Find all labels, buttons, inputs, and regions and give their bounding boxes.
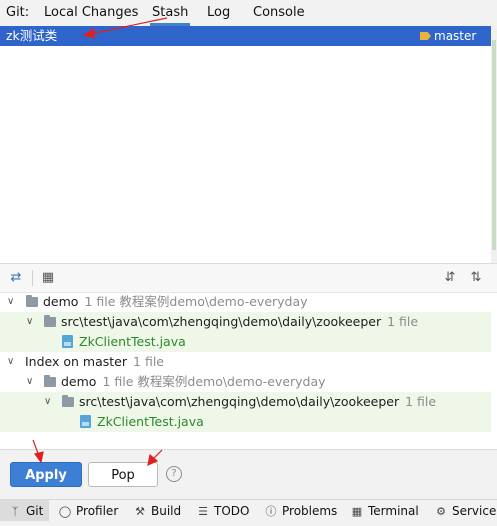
toolbar-divider xyxy=(32,270,33,286)
java-test-file-icon xyxy=(80,415,91,428)
collapse-all-icon[interactable]: ⇅ xyxy=(468,270,484,286)
tool-window-services[interactable]: ⚙ Services xyxy=(434,500,497,522)
tree-node-file[interactable]: ZkClientTest.java xyxy=(0,332,491,352)
chevron-down-icon[interactable]: ∨ xyxy=(26,372,36,392)
services-icon: ⚙ xyxy=(436,505,446,518)
folder-icon xyxy=(44,315,56,327)
profiler-icon: ◯ xyxy=(58,505,72,518)
expand-all-icon[interactable]: ⇵ xyxy=(442,270,458,286)
terminal-icon: ▦ xyxy=(351,505,363,518)
warning-icon: ⓘ xyxy=(265,505,277,518)
tag-icon xyxy=(420,32,431,40)
tab-log[interactable]: Log xyxy=(207,0,230,26)
help-icon[interactable]: ? xyxy=(166,466,182,482)
scrollbar-thumb[interactable] xyxy=(492,40,496,250)
stash-name: zk测试类 xyxy=(6,28,58,43)
folder-icon xyxy=(62,395,74,407)
tool-window-label: Build xyxy=(151,504,182,518)
module-folder-icon xyxy=(44,375,56,387)
tab-console[interactable]: Console xyxy=(253,0,305,26)
pop-button[interactable]: Pop xyxy=(88,462,158,487)
tool-window-label: Terminal xyxy=(368,504,419,518)
tree-node-meta: 1 file 教程案例demo\demo-everyday xyxy=(84,294,308,309)
tool-window-label: Problems xyxy=(282,504,338,518)
hammer-icon: ⚒ xyxy=(135,505,145,518)
branch-name: master xyxy=(434,29,477,43)
chevron-down-icon[interactable]: ∨ xyxy=(7,292,17,312)
group-by-icon[interactable]: ▦ xyxy=(40,270,56,286)
tree-node-meta: 1 file xyxy=(405,394,437,409)
file-name: ZkClientTest.java xyxy=(97,414,204,429)
tree-node-meta: 1 file xyxy=(387,314,419,329)
tree-node-label: demo xyxy=(43,294,79,309)
stash-list[interactable] xyxy=(0,26,491,264)
git-tool-window-label: Git: xyxy=(6,5,30,20)
tree-node-index[interactable]: ∨ Index on master 1 file xyxy=(0,352,491,372)
show-diff-icon[interactable]: ⇄ xyxy=(8,270,24,286)
tab-local-changes[interactable]: Local Changes xyxy=(44,0,138,26)
tab-stash[interactable]: Stash xyxy=(149,0,191,26)
tool-window-terminal[interactable]: ▦ Terminal xyxy=(350,500,419,522)
tab-bar: Git: Local Changes Stash Log Console xyxy=(0,0,497,26)
tree-node-meta: 1 file xyxy=(133,354,164,369)
status-bar xyxy=(0,521,497,526)
tool-window-build[interactable]: ⚒ Build xyxy=(133,500,181,522)
chevron-down-icon[interactable]: ∨ xyxy=(44,392,54,412)
branch-tag: master xyxy=(420,26,476,46)
tool-window-profiler[interactable]: ◯ Profiler xyxy=(58,500,118,522)
tree-node-module[interactable]: ∨ demo 1 file 教程案例demo\demo-everyday xyxy=(0,372,491,392)
tool-window-problems[interactable]: ⓘ Problems xyxy=(264,500,338,522)
chevron-down-icon[interactable]: ∨ xyxy=(26,312,36,332)
tree-node-file[interactable]: ZkClientTest.java xyxy=(0,412,491,432)
tool-window-label: Git xyxy=(26,504,44,518)
tree-node-label: src\test\java\com\zhengqing\demo\daily\z… xyxy=(61,314,382,329)
tree-node-meta: 1 file 教程案例demo\demo-everyday xyxy=(102,374,326,389)
java-test-file-icon xyxy=(62,335,73,348)
chevron-down-icon[interactable]: ∨ xyxy=(7,352,17,372)
tool-window-bar: ᛉ Git ◯ Profiler ⚒ Build ☰ TODO ⓘ Problems ▦ T… xyxy=(0,499,497,522)
tree-node-label: Index on master xyxy=(25,354,128,369)
list-icon: ☰ xyxy=(198,505,208,518)
git-branch-icon: ᛉ xyxy=(11,505,19,518)
tree-node-package[interactable]: ∨ src\test\java\com\zhengqing\demo\daily… xyxy=(0,392,491,412)
module-folder-icon xyxy=(26,295,38,307)
tree-node-label: src\test\java\com\zhengqing\demo\daily\z… xyxy=(79,394,400,409)
tool-window-label: Services xyxy=(452,504,497,518)
tool-window-todo[interactable]: ☰ TODO xyxy=(196,500,249,522)
file-name: ZkClientTest.java xyxy=(79,334,186,349)
changes-toolbar: ⇄ ▦ ⇵ ⇅ xyxy=(0,263,497,293)
tool-window-label: Profiler xyxy=(76,504,119,518)
tree-node-label: demo xyxy=(61,374,97,389)
apply-button[interactable]: Apply xyxy=(10,462,82,487)
stash-list-item-selected[interactable]: zk测试类 master xyxy=(0,26,491,46)
tool-window-label: TODO xyxy=(214,504,250,518)
tree-node-package[interactable]: ∨ src\test\java\com\zhengqing\demo\daily… xyxy=(0,312,491,332)
tree-node-module[interactable]: ∨ demo 1 file 教程案例demo\demo-everyday xyxy=(0,292,491,312)
tool-window-git[interactable]: ᛉ Git xyxy=(0,500,50,522)
